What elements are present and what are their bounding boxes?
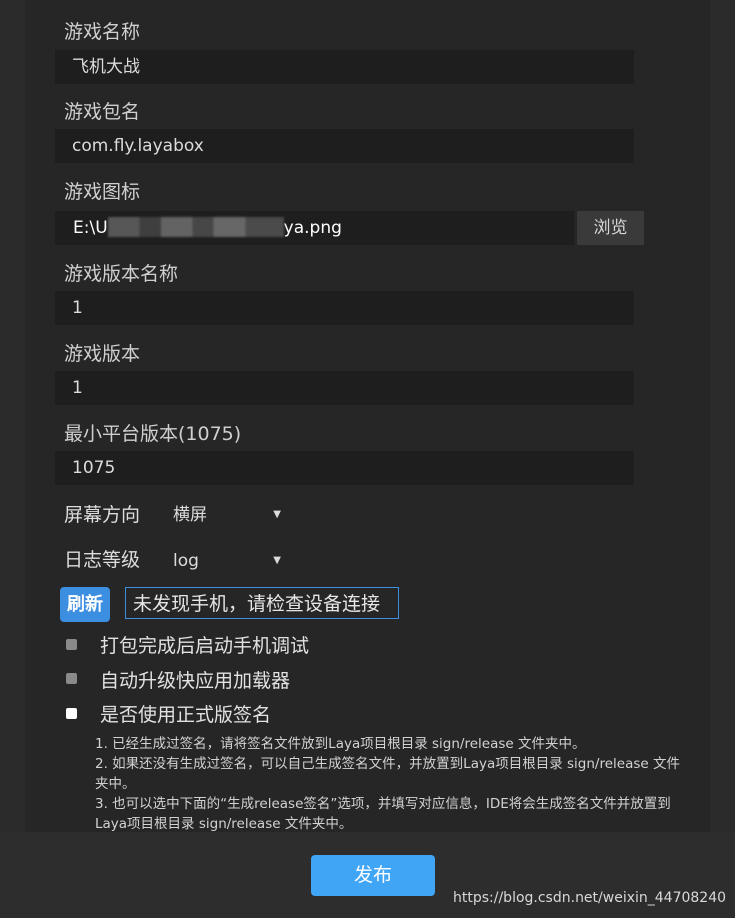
watermark-text: https://blog.csdn.net/weixin_44708240 xyxy=(453,890,727,906)
left-margin xyxy=(0,0,25,832)
version-code-label: 游戏版本 xyxy=(64,343,141,365)
min-platform-version-label: 最小平台版本(1075) xyxy=(64,423,242,445)
icon-path-suffix: ya.png xyxy=(283,218,342,238)
browse-button[interactable]: 浏览 xyxy=(577,211,644,245)
right-margin xyxy=(710,0,735,832)
caret-down-icon: ▼ xyxy=(273,509,281,520)
signature-note: 3. 也可以选中下面的“生成release签名”选项，并填写对应信息，IDE将会… xyxy=(95,796,671,832)
min-platform-version-input[interactable]: 1075 xyxy=(55,451,634,485)
signature-notes: 1. 已经生成过签名，请将签名文件放到Laya项目根目录 sign/releas… xyxy=(95,734,685,834)
version-name-input[interactable]: 1 xyxy=(55,291,634,325)
refresh-button[interactable]: 刷新 xyxy=(60,587,110,622)
package-name-input[interactable]: com.fly.layabox xyxy=(55,129,634,163)
log-level-label: 日志等级 xyxy=(64,549,141,571)
launch-debug-checkbox[interactable] xyxy=(66,639,77,650)
device-status-text: 未发现手机，请检查设备连接 xyxy=(125,587,399,619)
orientation-selected-value: 横屏 xyxy=(173,505,207,525)
caret-down-icon: ▼ xyxy=(273,555,281,566)
launch-debug-label: 打包完成后启动手机调试 xyxy=(100,635,310,657)
version-name-label: 游戏版本名称 xyxy=(64,263,179,285)
package-name-label: 游戏包名 xyxy=(64,101,141,123)
release-signature-label: 是否使用正式版签名 xyxy=(100,704,272,726)
publish-button[interactable]: 发布 xyxy=(311,855,435,896)
game-name-label: 游戏名称 xyxy=(64,21,141,43)
icon-path-prefix: E:\U xyxy=(73,218,108,238)
orientation-label: 屏幕方向 xyxy=(64,504,141,526)
orientation-select[interactable]: 横屏 ▼ xyxy=(173,502,281,528)
version-code-input[interactable]: 1 xyxy=(55,371,634,405)
log-level-selected-value: log xyxy=(173,551,199,571)
auto-upgrade-loader-checkbox[interactable] xyxy=(66,673,77,684)
signature-note: 2. 如果还没有生成过签名，可以自己生成签名文件，并放置到Laya项目根目录 s… xyxy=(95,756,680,792)
game-icon-label: 游戏图标 xyxy=(64,181,141,203)
signature-note: 1. 已经生成过签名，请将签名文件放到Laya项目根目录 sign/releas… xyxy=(95,736,586,752)
release-signature-checkbox[interactable] xyxy=(66,708,77,719)
game-icon-path-input[interactable]: E:\U ya.png xyxy=(55,211,574,245)
auto-upgrade-loader-label: 自动升级快应用加载器 xyxy=(100,670,291,692)
log-level-select[interactable]: log ▼ xyxy=(173,548,281,574)
game-name-input[interactable]: 飞机大战 xyxy=(55,50,634,84)
redacted-path-mask xyxy=(107,217,284,237)
